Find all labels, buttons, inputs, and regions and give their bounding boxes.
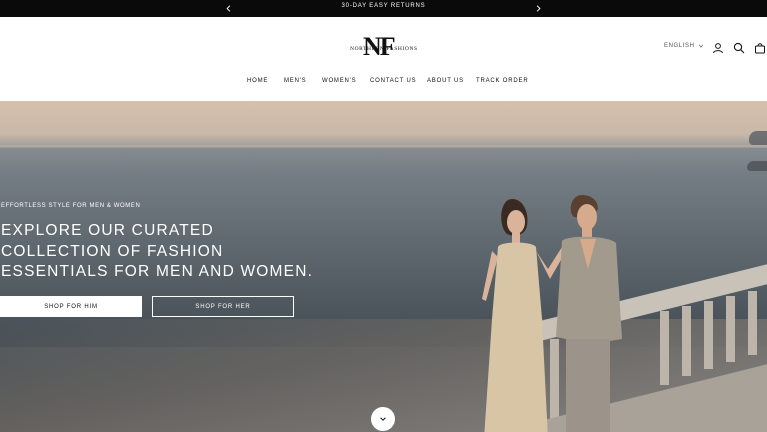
nav-item-contact-us[interactable]: CONTACT US bbox=[370, 78, 416, 84]
hero-headline-line: EXPLORE OUR CURATED bbox=[1, 222, 214, 239]
chevron-right-icon[interactable] bbox=[532, 2, 544, 14]
logo-wordmark: NORTHERN FASHIONS bbox=[350, 46, 418, 52]
hero-eyebrow: EFFORTLESS STYLE FOR MEN & WOMEN bbox=[1, 203, 141, 209]
announcement-bar: 30-DAY EASY RETURNS bbox=[0, 0, 767, 17]
nav-item-home[interactable]: HOME bbox=[247, 78, 268, 84]
chevron-down-icon bbox=[698, 44, 703, 48]
hero-banner: EFFORTLESS STYLE FOR MEN & WOMEN EXPLORE… bbox=[0, 101, 767, 432]
hero-horizon bbox=[0, 145, 767, 148]
chevron-down-icon bbox=[380, 417, 386, 421]
logo[interactable]: NF NORTHERN FASHIONS bbox=[345, 33, 420, 61]
language-label: ENGLISH bbox=[664, 43, 695, 49]
account-icon[interactable] bbox=[712, 41, 724, 54]
cart-icon[interactable] bbox=[754, 41, 766, 54]
search-icon[interactable] bbox=[733, 41, 745, 54]
nav-item-about-us[interactable]: ABOUT US bbox=[427, 78, 464, 84]
hero-headline-line: COLLECTION OF FASHION bbox=[1, 242, 224, 260]
nav-item-track-order[interactable]: TRACK ORDER bbox=[476, 78, 528, 84]
scroll-down-button[interactable] bbox=[371, 407, 395, 431]
nav-item-womens[interactable]: WOMEN'S bbox=[322, 78, 356, 84]
shop-for-her-button[interactable]: SHOP FOR HER bbox=[152, 296, 294, 317]
language-selector[interactable]: ENGLISH bbox=[664, 43, 704, 49]
announcement-text: 30-DAY EASY RETURNS bbox=[341, 3, 426, 9]
hero-headline-line: ESSENTIALS FOR MEN AND WOMEN. bbox=[1, 263, 314, 280]
site-header: NF NORTHERN FASHIONS ENGLISH HOME MEN'S … bbox=[0, 17, 767, 101]
nav-item-mens[interactable]: MEN'S bbox=[284, 78, 306, 84]
hero-rock bbox=[749, 131, 767, 145]
hero-headline: EXPLORE OUR CURATED COLLECTION OF FASHIO… bbox=[1, 221, 341, 283]
hero-rock-lower bbox=[747, 161, 767, 171]
hero-couple-image bbox=[482, 195, 622, 432]
shop-for-him-button[interactable]: SHOP FOR HIM bbox=[0, 296, 142, 317]
